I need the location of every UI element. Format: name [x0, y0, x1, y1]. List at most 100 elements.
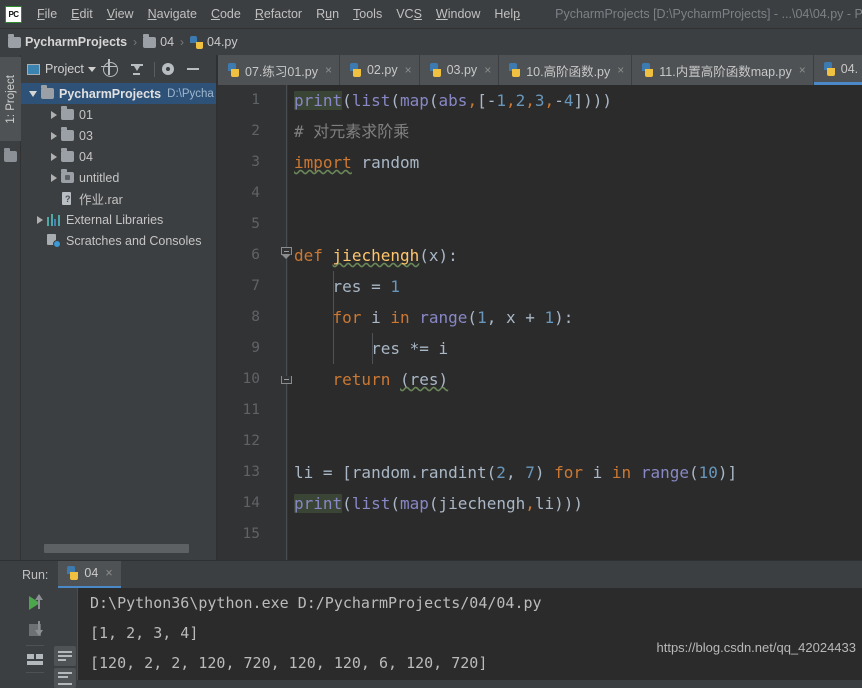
tree-item-label: untitled: [79, 170, 120, 185]
chevron-right-icon[interactable]: [47, 108, 61, 122]
code-line-7: res = 1: [294, 277, 400, 296]
folder-icon: [8, 33, 21, 48]
code-fold-rail: [286, 85, 287, 560]
sidebar-tab-project[interactable]: 1: Project: [0, 57, 21, 141]
project-tree: PycharmProjects D:\Pycha 01 03 04 untitl…: [21, 83, 217, 538]
watermark-text: https://blog.csdn.net/qq_42024433: [656, 640, 857, 655]
run-tab-04[interactable]: 04 ×: [58, 560, 121, 589]
line-number: 12: [242, 433, 260, 449]
scroll-down-icon[interactable]: [33, 620, 44, 636]
tree-item-label: PycharmProjects: [59, 86, 162, 101]
scroll-to-end-icon[interactable]: [54, 668, 76, 688]
breadcrumb-label: 04: [160, 35, 175, 49]
settings-gear-icon[interactable]: [161, 60, 180, 78]
close-icon[interactable]: ×: [405, 64, 412, 76]
code-editor[interactable]: 1 2 3 4 5 6 7 8 9 10 11 12 13 14 15 prin…: [218, 85, 862, 560]
close-icon[interactable]: ×: [484, 64, 491, 76]
python-file-icon: [349, 63, 362, 77]
editor-tab-1[interactable]: 02.py ×: [339, 55, 420, 85]
print-icon[interactable]: [27, 654, 43, 665]
python-file-icon: [429, 63, 442, 77]
editor-tab-5-active[interactable]: 04.: [813, 55, 862, 85]
breadcrumb-item-project[interactable]: PycharmProjects: [8, 33, 127, 49]
editor-tab-3[interactable]: 10.高阶函数.py ×: [499, 55, 633, 85]
run-tab-label: 04: [84, 566, 99, 580]
chevron-right-icon[interactable]: [47, 150, 61, 164]
tree-item-label: 03: [79, 128, 93, 143]
collapse-all-icon[interactable]: [128, 60, 146, 78]
line-number: 3: [251, 154, 260, 170]
project-view-dropdown[interactable]: Project: [27, 62, 96, 76]
toolbar-divider: [153, 61, 155, 77]
breadcrumb-separator: ›: [133, 35, 138, 49]
close-icon[interactable]: ×: [799, 64, 806, 76]
python-file-icon: [508, 63, 521, 77]
editor-gutter[interactable]: 1 2 3 4 5 6 7 8 9 10 11 12 13 14 15: [218, 85, 292, 560]
chevron-right-icon[interactable]: [47, 171, 61, 185]
menu-view[interactable]: View: [100, 4, 141, 24]
project-dropdown-label: Project: [45, 62, 84, 76]
run-tool-window: Run: 04 × D:\Python36\python.exe D:/Pych…: [0, 560, 862, 688]
code-line-8: for i in range(1, x + 1):: [332, 308, 574, 327]
tree-item-path-hint: D:\Pycha: [167, 87, 214, 100]
chevron-down-icon: [87, 66, 96, 72]
menu-code[interactable]: Code: [204, 4, 248, 24]
tree-item-03[interactable]: 03: [21, 125, 217, 146]
line-number: 14: [242, 495, 260, 511]
tree-item-label: 01: [79, 107, 93, 122]
line-number: 2: [251, 123, 260, 139]
project-hscrollbar-thumb[interactable]: [44, 544, 189, 553]
select-target-icon[interactable]: [102, 60, 121, 78]
tree-item-04[interactable]: 04: [21, 146, 217, 167]
tree-item-01[interactable]: 01: [21, 104, 217, 125]
editor-tab-2[interactable]: 03.py ×: [419, 55, 500, 85]
tree-item-archive[interactable]: 作业.rar: [21, 188, 217, 209]
close-icon[interactable]: ×: [105, 566, 112, 580]
line-number: 6: [251, 247, 260, 263]
editor-tab-label: 03.py: [446, 63, 478, 77]
menu-navigate[interactable]: Navigate: [141, 4, 204, 24]
tree-item-scratches[interactable]: Scratches and Consoles: [21, 230, 217, 251]
chevron-down-icon[interactable]: [27, 87, 41, 101]
editor-tab-0[interactable]: 07.练习01.py ×: [218, 55, 340, 85]
tree-item-untitled[interactable]: untitled: [21, 167, 217, 188]
menu-refactor[interactable]: Refactor: [248, 4, 309, 24]
tree-item-pycharmprojects[interactable]: PycharmProjects D:\Pycha: [21, 83, 217, 104]
menu-vcs[interactable]: VCS: [389, 4, 429, 24]
menu-bar: PC File Edit View Navigate Code Refactor…: [0, 0, 862, 29]
libraries-icon: [47, 213, 61, 226]
editor-tab-4[interactable]: 11.内置高阶函数map.py ×: [632, 55, 814, 85]
close-icon[interactable]: ×: [617, 64, 624, 76]
line-number: 10: [242, 371, 260, 387]
menu-file[interactable]: File: [30, 4, 64, 24]
breadcrumb-item-file[interactable]: 04.py: [190, 35, 238, 49]
python-file-icon: [823, 61, 836, 76]
breadcrumb-item-folder[interactable]: 04: [143, 33, 175, 49]
chevron-right-icon[interactable]: [47, 129, 61, 143]
menu-help[interactable]: Help: [487, 4, 527, 24]
menu-run[interactable]: Run: [309, 4, 346, 24]
chevron-right-icon[interactable]: [33, 213, 47, 227]
hide-panel-icon[interactable]: [186, 60, 205, 78]
indent-guide: [333, 271, 334, 364]
toolbar-divider: [26, 672, 44, 673]
project-view-icon: [27, 63, 40, 75]
pycharm-window: PC File Edit View Navigate Code Refactor…: [0, 0, 862, 688]
close-icon[interactable]: ×: [325, 64, 332, 76]
code-text-area[interactable]: print(list(map(abs,[-1,2,3,-4]))) # 对元素求…: [288, 85, 862, 560]
soft-wrap-icon[interactable]: [54, 646, 76, 666]
scroll-up-icon[interactable]: [33, 594, 44, 610]
menu-tools[interactable]: Tools: [346, 4, 389, 24]
menu-window[interactable]: Window: [429, 4, 487, 24]
editor-tab-label: 04.: [840, 61, 859, 76]
code-line-10: return (res): [332, 370, 449, 389]
run-console-output[interactable]: D:\Python36\python.exe D:/PycharmProject…: [78, 588, 862, 680]
tree-item-label: External Libraries: [66, 212, 164, 227]
python-file-icon: [227, 63, 240, 77]
code-line-9: res *= i: [371, 339, 449, 358]
menu-edit[interactable]: Edit: [64, 4, 100, 24]
tree-item-external-libraries[interactable]: External Libraries: [21, 209, 217, 230]
project-hscrollbar[interactable]: [21, 538, 217, 560]
